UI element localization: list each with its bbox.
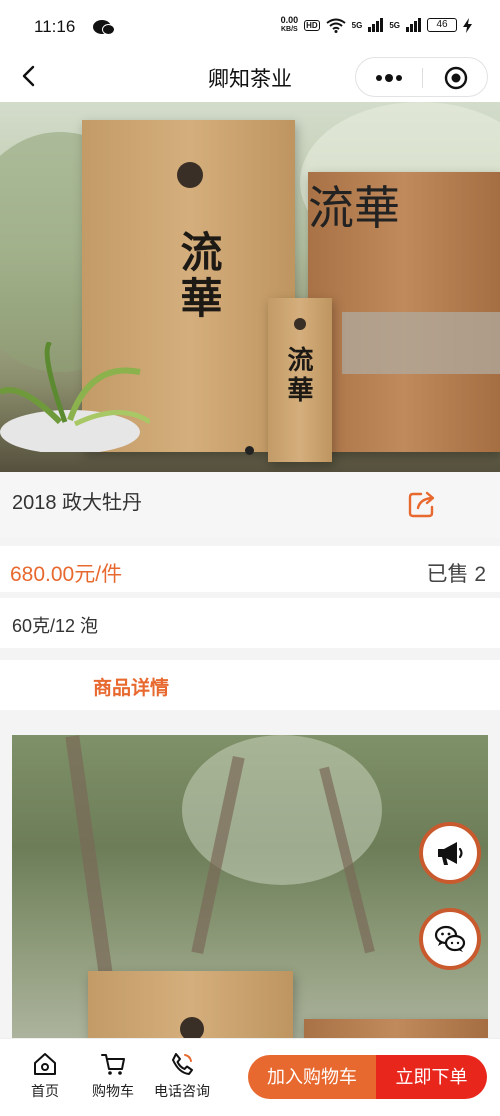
pack-calligraphy: 流華 [283, 346, 313, 406]
sold-count: 已售 2 [426, 563, 486, 586]
home-icon [34, 1053, 56, 1075]
tab-product-detail[interactable]: 商品详情 [93, 673, 169, 700]
customer-service-button[interactable] [419, 908, 481, 970]
cart-button[interactable]: 购物车 [78, 1051, 148, 1101]
tea-wooden-box: 流華 [308, 172, 500, 452]
phone-consult-button[interactable]: 电话咨询 [144, 1051, 220, 1101]
more-icon[interactable] [375, 73, 403, 83]
box-calligraphy: 流華 [308, 182, 400, 234]
signal-1-icon [368, 18, 384, 32]
spec-row: 60克/12 泡 [0, 598, 500, 648]
tea-paper-pack: 流華 [268, 298, 332, 462]
share-icon[interactable] [406, 488, 438, 520]
network-speed: 0.00 KB/S [281, 16, 299, 34]
mini-program-capsule [355, 57, 488, 97]
bottom-action-bar: 首页 购物车 电话咨询 加入购物车 立即下单 [0, 1038, 500, 1116]
home-button[interactable]: 首页 [10, 1051, 80, 1101]
wechat-icon [93, 20, 115, 35]
close-mini-program-icon[interactable] [444, 66, 468, 90]
navigation-bar: 卿知茶业 [0, 52, 500, 102]
chat-bubbles-icon [434, 925, 466, 952]
capsule-divider [422, 68, 423, 88]
product-name-card: 2018 政大牡丹 [0, 472, 500, 538]
network-speed-unit: KB/S [280, 26, 298, 33]
product-detail-image [12, 735, 488, 1055]
detail-tab-bar: 商品详情 [0, 660, 500, 710]
hd-icon: HD [304, 19, 320, 31]
wifi-icon [326, 18, 346, 33]
megaphone-icon [438, 842, 463, 865]
bag-calligraphy: 流華 [174, 230, 223, 322]
phone-label: 电话咨询 [154, 1083, 210, 1099]
network-speed-value: 0.00 [280, 15, 299, 25]
add-to-cart-button[interactable]: 加入购物车 [248, 1055, 376, 1099]
buy-now-button[interactable]: 立即下单 [376, 1055, 487, 1099]
announcement-button[interactable] [419, 822, 481, 884]
pack-logo [294, 318, 306, 330]
carousel-indicator[interactable] [245, 446, 254, 455]
product-spec: 60克/12 泡 [12, 616, 99, 636]
product-price: 680.00元/件 [10, 563, 123, 586]
home-label: 首页 [31, 1083, 59, 1099]
cart-label: 购物车 [92, 1083, 134, 1099]
background-tree [65, 735, 113, 975]
battery-icon: 46 [427, 18, 457, 32]
page: 11:16 0.00 KB/S HD 5G 5G 46 卿知茶业 流華 流華 流… [0, 0, 500, 1116]
signal-2-icon [406, 18, 421, 32]
status-time: 11:16 [34, 17, 76, 36]
network-1-label: 5G [351, 20, 363, 30]
network-2-label: 5G [389, 20, 400, 30]
phone-icon [172, 1053, 193, 1075]
status-bar: 11:16 0.00 KB/S HD 5G 5G 46 [0, 0, 500, 52]
plant-decoration [0, 342, 150, 452]
status-indicators: 0.00 KB/S HD 5G 5G 46 [281, 16, 472, 34]
shopping-cart-icon [101, 1054, 125, 1075]
product-image-carousel[interactable]: 流華 流華 流華 [0, 102, 500, 472]
box-painting [342, 312, 500, 374]
product-name: 2018 政大牡丹 [12, 492, 143, 514]
bag-logo [177, 162, 203, 188]
charging-icon [463, 17, 472, 33]
price-row: 680.00元/件 已售 2 [0, 546, 500, 592]
